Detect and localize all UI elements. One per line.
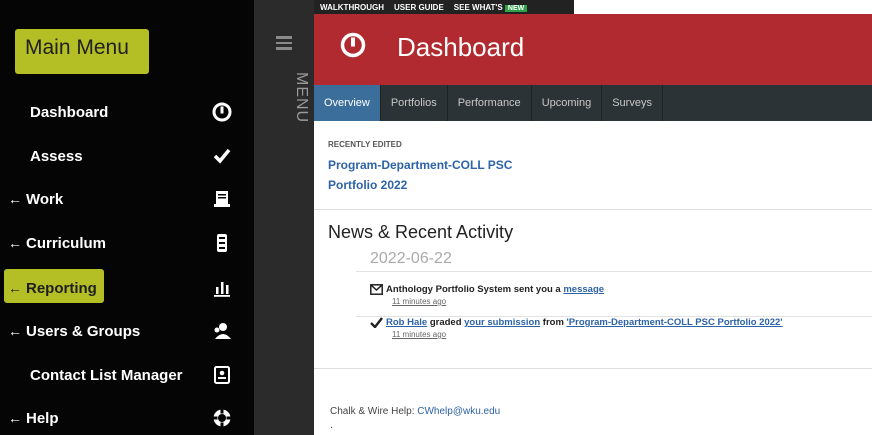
activity-text: Anthology Portfolio System sent you a me… [386,284,604,295]
expand-arrow-icon: ← [8,191,22,207]
work-icon [214,191,230,207]
sidebar-item-label: Assess [30,147,83,165]
sidebar-item-label: Users & Groups [26,322,141,340]
sidebar-item-label: Curriculum [26,234,107,252]
tab-performance[interactable]: Performance [448,85,532,121]
dashboard-logo-icon [340,32,366,58]
sidebar-item-assess[interactable]: Assess [0,136,254,176]
users-icon [214,323,231,339]
sidebar-item-label: Reporting [26,279,97,297]
sidebar-item-label: Dashboard [30,103,109,121]
sidebar-item-curriculum[interactable]: ← Curriculum [0,223,254,263]
help-email-link[interactable]: CWhelp@wku.edu [417,406,500,417]
expand-arrow-icon: ← [8,323,22,339]
sidebar-item-dashboard[interactable]: Dashboard [0,92,254,132]
submission-link[interactable]: your submission [464,317,540,328]
tab-upcoming[interactable]: Upcoming [532,85,603,121]
activity-actor: Anthology Portfolio System [386,284,512,295]
menu-vertical-label: MENU [293,72,310,124]
bar-chart-icon [214,282,230,297]
news-title: News & Recent Activity [328,222,514,242]
sidebar-item-users-groups[interactable]: ← Users & Groups [0,311,254,351]
sidebar-item-label: Work [26,190,64,208]
help-icon [213,409,231,427]
top-links-bar: WALKTHROUGH USER GUIDE SEE WHAT'S NEW [314,0,574,14]
menu-title: Main Menu [25,36,129,59]
curriculum-icon [217,234,227,252]
divider [356,316,872,317]
sidebar-item-contact-list-manager[interactable]: Contact List Manager [0,355,254,395]
recently-edited-link-line1[interactable]: Program-Department-COLL PSC [328,158,512,172]
main-content: RECENTLY EDITED Program-Department-COLL … [314,121,872,435]
portfolio-link[interactable]: 'Program-Department-COLL PSC Portfolio 2… [567,317,783,328]
tab-portfolios[interactable]: Portfolios [381,85,448,121]
hamburger-icon[interactable] [276,36,292,50]
footer-help: Chalk & Wire Help: CWhelp@wku.edu [330,406,500,417]
divider [314,209,872,210]
envelope-icon [370,284,383,295]
user-link[interactable]: Rob Hale [386,317,427,328]
tab-surveys[interactable]: Surveys [602,85,663,121]
expand-arrow-icon: ← [8,235,22,251]
divider [356,271,872,272]
tab-overview[interactable]: Overview [314,85,381,126]
contact-list-icon [214,366,230,384]
whats-new-label: SEE WHAT'S [453,2,503,12]
checkmark-icon [213,148,231,164]
recently-edited-label: RECENTLY EDITED [328,140,402,149]
sidebar-item-label: Help [26,409,59,427]
divider [314,368,872,369]
main-menu: Main Menu Dashboard Assess ← Work ← Curr… [0,0,254,435]
expand-arrow-icon: ← [8,280,22,296]
footer-dot: . [330,420,334,431]
page-title: Dashboard [397,32,525,62]
user-guide-link[interactable]: USER GUIDE [394,3,444,12]
menu-toggle-strip[interactable]: MENU [254,0,314,435]
activity-verb: sent you a [511,284,564,295]
whats-new-link[interactable]: SEE WHAT'S NEW [453,2,528,12]
sidebar-item-help[interactable]: ← Help [0,398,254,435]
dashboard-icon [212,102,232,122]
expand-arrow-icon: ← [8,410,22,426]
new-badge: NEW [504,4,528,12]
message-link[interactable]: message [563,284,604,295]
walkthrough-link[interactable]: WALKTHROUGH [320,3,384,12]
sidebar-item-label: Contact List Manager [30,366,183,384]
recently-edited-link-line2[interactable]: Portfolio 2022 [328,178,407,192]
activity-from: from [540,317,567,328]
news-date: 2022-06-22 [370,250,452,267]
help-label: Chalk & Wire Help: [330,406,418,417]
activity-verb: graded [427,317,465,328]
activity-text: Rob Hale graded your submission from 'Pr… [386,317,783,328]
sidebar-item-reporting[interactable]: ← Reporting [0,268,254,308]
tab-bar: Overview Portfolios Performance Upcoming… [314,85,872,126]
checkmark-icon [370,317,383,328]
dashboard-header: Dashboard [314,14,872,85]
activity-time: 11 minutes ago [392,297,447,306]
sidebar-item-work[interactable]: ← Work [0,179,254,219]
activity-time: 11 minutes ago [392,330,447,339]
